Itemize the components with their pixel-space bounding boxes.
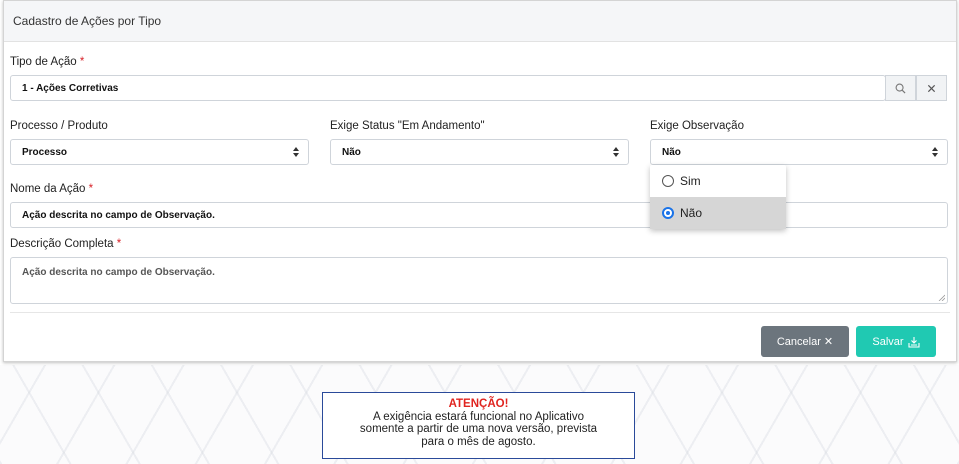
- processo-produto-label: Processo / Produto: [10, 120, 108, 132]
- exige-status-label: Exige Status "Em Andamento": [330, 120, 485, 132]
- processo-produto-select[interactable]: Processo: [10, 139, 309, 165]
- sort-arrows-icon: [932, 147, 938, 157]
- notice-line-3: para o mês de agosto.: [421, 435, 536, 448]
- nome-acao-label-text: Nome da Ação: [10, 183, 86, 195]
- option-nao[interactable]: Não: [650, 197, 786, 229]
- exige-status-select[interactable]: Não: [330, 139, 629, 165]
- modal-dialog: Cadastro de Ações por Tipo Tipo de Ação …: [3, 0, 957, 362]
- cancel-button[interactable]: Cancelar ✕: [761, 326, 849, 357]
- tipo-acao-value: 1 - Ações Corretivas: [22, 83, 119, 94]
- descricao-textarea[interactable]: Ação descrita no campo de Observação.: [10, 257, 948, 304]
- tipo-acao-input[interactable]: 1 - Ações Corretivas: [10, 75, 886, 101]
- save-button-label: Salvar: [872, 335, 904, 348]
- radio-checked-icon: [662, 207, 674, 219]
- exige-observacao-dropdown: Sim Não: [650, 165, 786, 229]
- exige-observacao-label: Exige Observação: [650, 120, 744, 132]
- tipo-acao-label: Tipo de Ação *: [10, 56, 84, 68]
- descricao-label-text: Descrição Completa: [10, 238, 114, 250]
- save-icon: [908, 336, 920, 348]
- clear-button[interactable]: [916, 75, 947, 101]
- save-button[interactable]: Salvar: [856, 326, 936, 357]
- descricao-value: Ação descrita no campo de Observação.: [22, 267, 215, 278]
- nome-acao-input[interactable]: Ação descrita no campo de Observação.: [10, 202, 948, 228]
- notice-line-2: somente a partir de uma nova versão, pre…: [359, 423, 598, 435]
- exige-status-value: Não: [342, 147, 361, 158]
- required-marker: *: [116, 238, 122, 250]
- option-nao-label: Não: [680, 206, 703, 220]
- nome-acao-label: Nome da Ação *: [10, 183, 93, 195]
- exige-observacao-value: Não: [662, 147, 681, 158]
- tipo-acao-label-text: Tipo de Ação: [10, 56, 77, 68]
- option-sim[interactable]: Sim: [650, 165, 786, 197]
- nome-acao-value: Ação descrita no campo de Observação.: [22, 210, 215, 221]
- resize-grip-icon[interactable]: [938, 294, 945, 301]
- sort-arrows-icon: [613, 147, 619, 157]
- cancel-button-label: Cancelar ✕: [776, 336, 834, 348]
- footer-divider: [10, 312, 950, 313]
- descricao-label: Descrição Completa *: [10, 238, 121, 250]
- modal-header: Cadastro de Ações por Tipo: [4, 1, 956, 42]
- required-marker: *: [79, 56, 85, 68]
- search-button[interactable]: [885, 75, 916, 101]
- close-icon: [927, 84, 936, 92]
- search-icon: [895, 83, 906, 94]
- option-sim-label: Sim: [680, 174, 701, 188]
- notice-title: ATENÇÃO!: [448, 398, 509, 410]
- exige-observacao-select[interactable]: Não: [650, 139, 948, 165]
- processo-produto-value: Processo: [22, 147, 68, 158]
- sort-arrows-icon: [293, 147, 299, 157]
- notice-line-1: A exigência estará funcional no Aplicati…: [373, 410, 584, 423]
- attention-notice: ATENÇÃO! A exigência estará funcional no…: [322, 392, 635, 459]
- radio-unchecked-icon: [662, 175, 674, 187]
- modal-title: Cadastro de Ações por Tipo: [13, 14, 162, 28]
- required-marker: *: [88, 183, 94, 195]
